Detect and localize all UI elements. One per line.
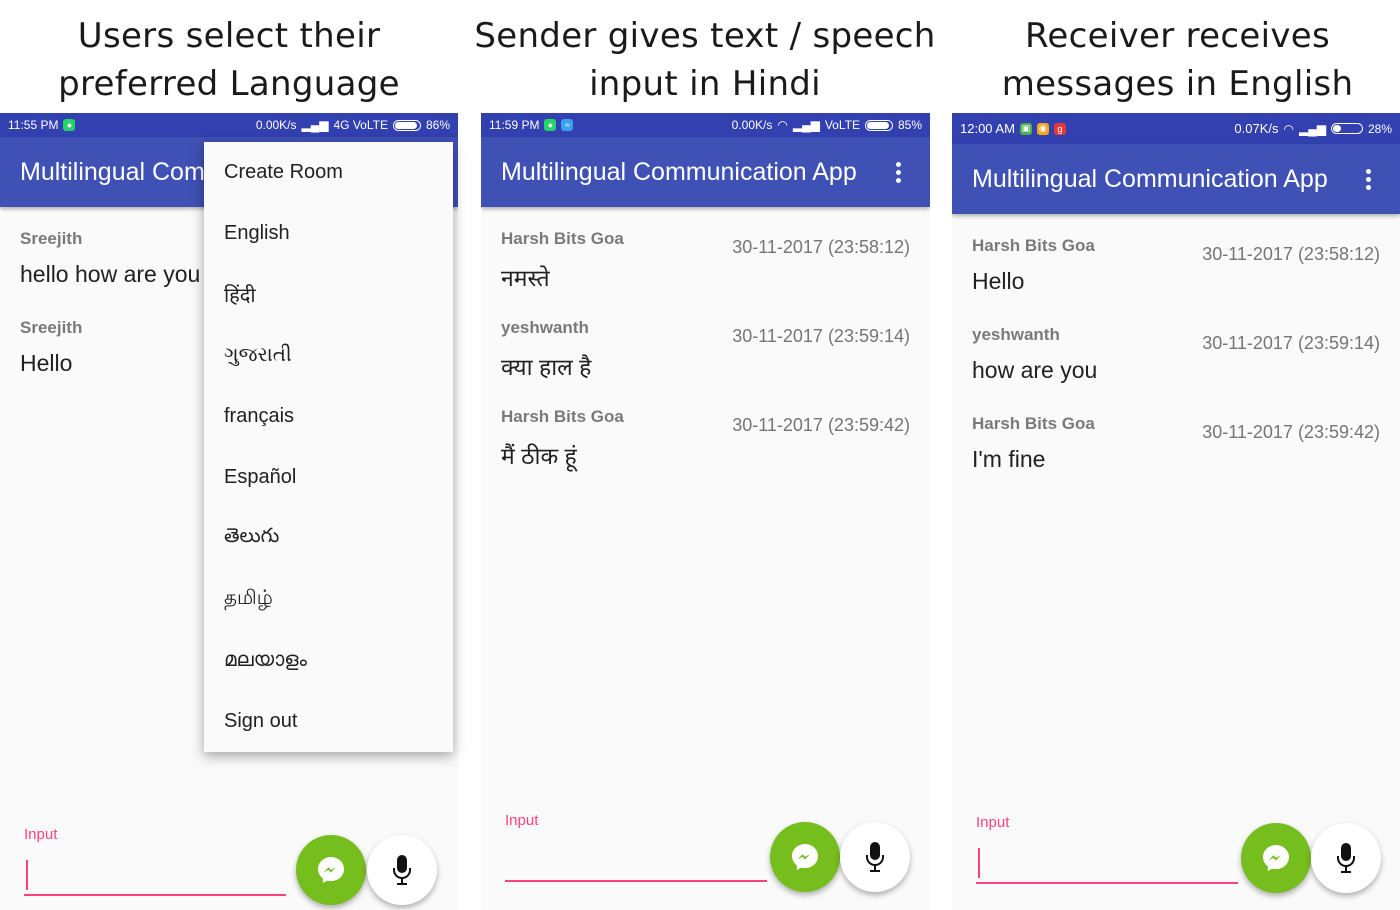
- message-text: नमस्ते: [501, 265, 550, 291]
- status-bar: 11:59 PM ● ≈ 0.00K/s ◠ ▂▄▆ VoLTE 85%: [481, 113, 930, 137]
- send-button[interactable]: [1241, 823, 1311, 893]
- menu-item-telugu[interactable]: తెలుగు: [204, 508, 453, 569]
- mic-button[interactable]: [1311, 823, 1381, 893]
- message-time: 30-11-2017 (23:59:42): [1202, 422, 1380, 442]
- menu-item-hindi[interactable]: हिंदी: [204, 264, 453, 325]
- message-item: Harsh Bits Goa 30-11-2017 (23:58:12) नमस…: [501, 229, 910, 310]
- menu-item-english[interactable]: English: [204, 203, 453, 264]
- battery-percent: 85%: [897, 118, 922, 132]
- message-input-area: Input: [976, 814, 1238, 884]
- network-speed: 0.07K/s: [1234, 121, 1279, 136]
- message-input[interactable]: [505, 842, 767, 882]
- wifi-icon: ◠: [1283, 121, 1294, 136]
- message-input[interactable]: [976, 844, 1238, 884]
- menu-item-malayalam[interactable]: മലയാളം: [204, 630, 453, 691]
- caption-language-select: Users select their preferred Language: [58, 16, 400, 104]
- menu-item-spanish[interactable]: Español: [204, 447, 453, 508]
- caption-receiver-output: Receiver receives messages in English: [1001, 16, 1354, 104]
- message-list: Harsh Bits Goa 30-11-2017 (23:58:12) नमस…: [481, 207, 930, 488]
- status-bar: 12:00 AM ▣ ◉ g 0.07K/s ◠ ▂▄▆ 28%: [952, 113, 1400, 144]
- message-input-area: Input: [505, 812, 767, 882]
- app-title: Multilingual Communication App: [501, 157, 857, 186]
- microphone-icon: [393, 855, 411, 885]
- send-button[interactable]: [770, 822, 840, 892]
- text-cursor: [26, 860, 28, 890]
- battery-icon: [392, 119, 421, 131]
- message-item: yeshwanth 30-11-2017 (23:59:14) क्या हाल…: [501, 318, 910, 399]
- message-time: 30-11-2017 (23:59:42): [732, 415, 910, 435]
- language-menu: Create Room English हिंदी ગુજરાતી frança…: [204, 142, 453, 752]
- send-button[interactable]: [296, 835, 366, 905]
- message-list: Harsh Bits Goa 30-11-2017 (23:58:12) Hel…: [952, 214, 1400, 495]
- messenger-icon: [792, 844, 818, 870]
- message-time: 30-11-2017 (23:59:14): [732, 326, 910, 346]
- message-item: yeshwanth 30-11-2017 (23:59:14) how are …: [972, 325, 1380, 406]
- app-title: Multilingual Com: [20, 157, 205, 186]
- whatsapp-icon: ●: [544, 119, 557, 131]
- signal-icon: ▂▄▆: [792, 118, 820, 132]
- messenger-icon: [1263, 845, 1289, 871]
- gallery-icon: ▣: [1019, 122, 1032, 135]
- battery-icon: [864, 119, 893, 131]
- message-item: Harsh Bits Goa 30-11-2017 (23:59:42) I'm…: [972, 414, 1380, 495]
- input-label: Input: [24, 826, 58, 843]
- message-time: 30-11-2017 (23:58:12): [1202, 244, 1380, 264]
- menu-item-sign-out[interactable]: Sign out: [204, 691, 453, 752]
- g-app-icon: g: [1053, 122, 1066, 135]
- status-time: 12:00 AM: [960, 121, 1015, 136]
- signal-icon: ▂▄▆: [301, 118, 329, 132]
- battery-percent: 28%: [1367, 121, 1392, 136]
- message-input[interactable]: [24, 856, 286, 896]
- wifi-app-icon: ≈: [561, 119, 574, 131]
- message-text: क्या हाल है: [501, 354, 592, 380]
- status-bar: 11:55 PM ● 0.00K/s ▂▄▆ 4G VoLTE 86%: [0, 113, 458, 137]
- camera-app-icon: ◉: [1036, 122, 1049, 135]
- battery-icon: [1330, 123, 1363, 134]
- network-speed: 0.00K/s: [731, 118, 773, 132]
- whatsapp-icon: ●: [63, 119, 76, 131]
- more-options-icon[interactable]: [886, 158, 910, 186]
- menu-item-french[interactable]: français: [204, 386, 453, 447]
- message-item: Harsh Bits Goa 30-11-2017 (23:58:12) Hel…: [972, 236, 1380, 317]
- network-type: 4G VoLTE: [333, 118, 388, 132]
- status-time: 11:55 PM: [8, 118, 59, 132]
- phone-screen-sender: 11:59 PM ● ≈ 0.00K/s ◠ ▂▄▆ VoLTE 85% Mul…: [481, 113, 930, 910]
- input-label: Input: [505, 812, 539, 829]
- text-cursor: [978, 848, 980, 878]
- message-input-area: Input: [24, 826, 286, 896]
- battery-percent: 86%: [425, 118, 450, 132]
- message-item: Harsh Bits Goa 30-11-2017 (23:59:42) मैं…: [501, 407, 910, 488]
- microphone-icon: [1337, 843, 1355, 873]
- status-time: 11:59 PM: [489, 118, 540, 132]
- message-text: मैं ठीक हूं: [501, 443, 577, 469]
- wifi-icon: ◠: [777, 118, 788, 132]
- mic-button[interactable]: [367, 835, 437, 905]
- signal-icon: ▂▄▆: [1299, 121, 1326, 136]
- input-label: Input: [976, 814, 1010, 831]
- menu-item-create-room[interactable]: Create Room: [204, 142, 453, 203]
- caption-sender-input: Sender gives text / speech input in Hind…: [474, 16, 936, 104]
- message-time: 30-11-2017 (23:59:14): [1202, 333, 1380, 353]
- menu-item-tamil[interactable]: தமிழ்: [204, 569, 453, 630]
- message-time: 30-11-2017 (23:58:12): [732, 237, 910, 257]
- microphone-icon: [866, 842, 884, 872]
- message-text: Hello: [972, 268, 1025, 294]
- network-speed: 0.00K/s: [255, 118, 297, 132]
- app-bar: Multilingual Communication App: [481, 137, 930, 207]
- message-text: I'm fine: [972, 446, 1046, 472]
- phone-screen-receiver: 12:00 AM ▣ ◉ g 0.07K/s ◠ ▂▄▆ 28% Multili…: [952, 113, 1400, 910]
- messenger-icon: [318, 857, 344, 883]
- menu-item-gujarati[interactable]: ગુજરાતી: [204, 325, 453, 386]
- network-type: VoLTE: [824, 118, 860, 132]
- app-title: Multilingual Communication App: [972, 164, 1328, 193]
- mic-button[interactable]: [840, 822, 910, 892]
- more-options-icon[interactable]: [1356, 165, 1380, 193]
- app-bar: Multilingual Communication App: [952, 144, 1400, 214]
- message-text: how are you: [972, 357, 1098, 383]
